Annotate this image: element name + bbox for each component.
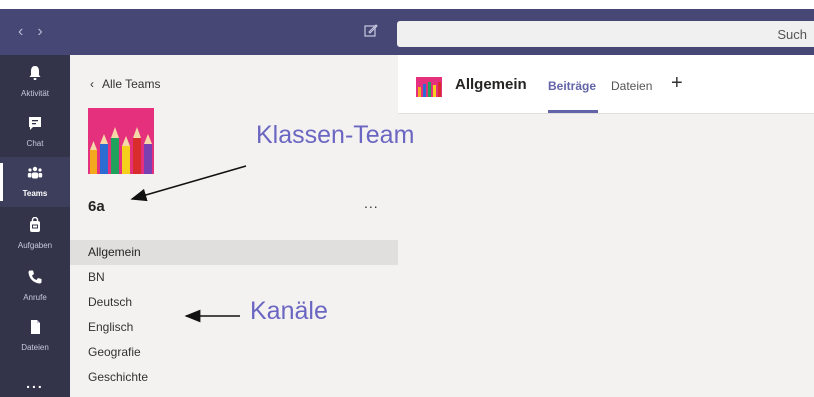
rail-item-chat[interactable]: Chat: [0, 107, 70, 157]
annotation-channels: Kanäle: [250, 297, 328, 325]
annotation-class-team: Klassen-Team: [256, 121, 415, 149]
file-icon: [31, 320, 40, 334]
channel-header: Allgemein Beiträge Dateien +: [398, 55, 814, 114]
team-avatar[interactable]: [88, 108, 154, 174]
rail-item-teams[interactable]: Teams: [0, 157, 70, 207]
channel-view: Allgemein Beiträge Dateien +: [398, 55, 814, 397]
search-placeholder: Such: [777, 27, 807, 42]
rail-item-files[interactable]: Dateien: [0, 311, 70, 361]
chevron-left-icon: ‹: [90, 77, 94, 91]
active-tab-indicator: [548, 110, 598, 113]
rail-item-calls[interactable]: Anrufe: [0, 261, 70, 311]
add-tab-button[interactable]: +: [671, 72, 683, 95]
channel-item-geografie[interactable]: Geografie: [70, 340, 398, 365]
title-bar: ‹› Such: [0, 0, 814, 55]
rail-label-chat: Chat: [26, 139, 44, 148]
forward-arrow-icon[interactable]: ›: [37, 23, 56, 40]
assignments-icon: [30, 217, 40, 232]
rail-label-assignments: Aufgaben: [17, 241, 53, 250]
back-arrow-icon[interactable]: ‹: [18, 23, 37, 40]
channel-item-deutsch[interactable]: Deutsch: [70, 290, 398, 315]
chat-icon: [29, 117, 41, 130]
channel-item-englisch[interactable]: Englisch: [70, 315, 398, 340]
rail-label-teams: Teams: [22, 189, 48, 198]
team-avatar-small: [416, 77, 442, 97]
channel-title: Allgemein: [455, 76, 527, 93]
rail-label-activity: Aktivität: [20, 89, 49, 98]
more-apps-button[interactable]: ...: [0, 375, 70, 391]
tab-posts[interactable]: Beiträge: [548, 79, 596, 93]
top-strip: [0, 0, 814, 9]
pencils-image: [88, 108, 154, 174]
compose-icon[interactable]: [364, 23, 378, 37]
all-teams-label: Alle Teams: [102, 77, 161, 91]
all-teams-link[interactable]: ‹ Alle Teams: [90, 77, 160, 91]
channel-item-bn[interactable]: BN: [70, 265, 398, 290]
channel-item-geschichte[interactable]: Geschichte: [70, 365, 398, 390]
channel-item-allgemein[interactable]: Allgemein: [70, 240, 398, 265]
phone-icon: [28, 270, 42, 284]
rail-label-files: Dateien: [21, 343, 49, 352]
app-rail: Aktivität Chat Teams Aufgaben Anrufe Dat…: [0, 55, 70, 397]
team-name: 6a: [88, 198, 105, 215]
team-more-options-button[interactable]: ...: [364, 195, 379, 211]
rail-item-activity[interactable]: Aktivität: [0, 57, 70, 107]
rail-item-assignments[interactable]: Aufgaben: [0, 209, 70, 259]
rail-label-calls: Anrufe: [23, 293, 47, 302]
tab-files[interactable]: Dateien: [611, 79, 652, 93]
team-panel: ‹ Alle Teams 6a ... Allgemein BN Deutsch …: [70, 55, 398, 397]
channel-list: Allgemein BN Deutsch Englisch Geografie …: [70, 240, 398, 390]
teams-icon: [27, 166, 43, 179]
search-input[interactable]: Such: [397, 21, 814, 47]
bell-icon: [29, 66, 41, 80]
history-nav[interactable]: ‹›: [18, 23, 57, 41]
